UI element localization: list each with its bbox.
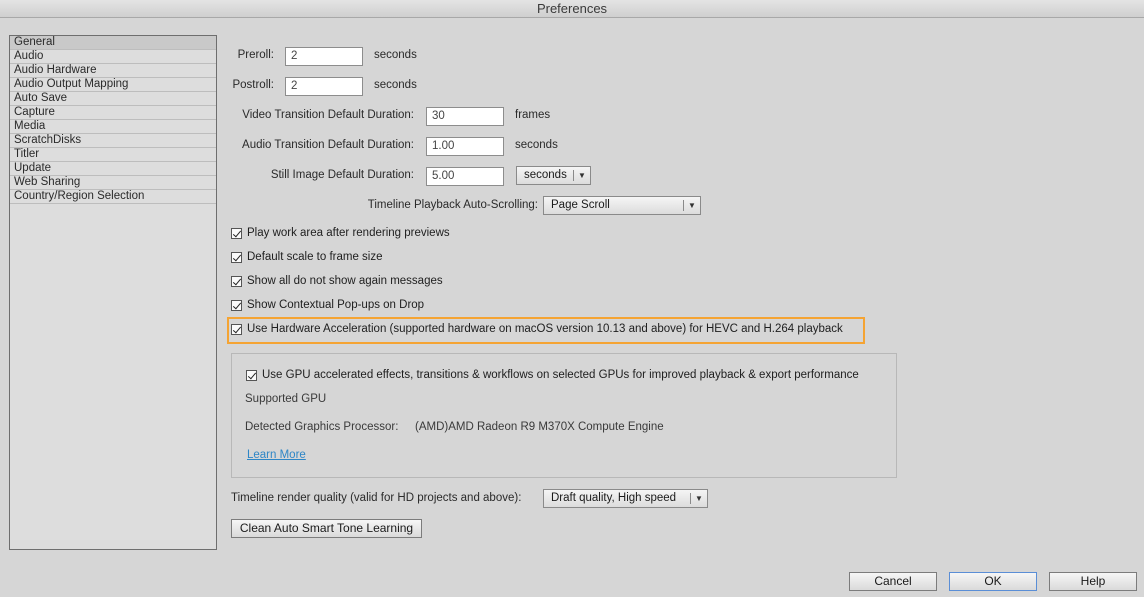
play-work-area-checkbox-row[interactable]: Play work area after rendering previews — [231, 225, 450, 241]
sidebar-item-country-region[interactable]: Country/Region Selection — [10, 190, 216, 204]
checkbox-label: Default scale to frame size — [247, 251, 383, 263]
render-quality-value: Draft quality, High speed — [551, 492, 677, 504]
checkbox-label: Use Hardware Acceleration (supported har… — [247, 323, 843, 335]
still-image-input[interactable]: 5.00 — [426, 167, 504, 186]
postroll-input[interactable]: 2 — [285, 77, 363, 96]
gpu-accelerated-checkbox[interactable] — [246, 369, 257, 381]
checkbox-label: Show all do not show again messages — [247, 275, 443, 287]
video-transition-unit: frames — [515, 109, 551, 121]
window-title: Preferences — [536, 1, 608, 16]
preroll-unit: seconds — [374, 49, 417, 61]
gpu-accelerated-checkbox-row[interactable]: Use GPU accelerated effects, transitions… — [246, 367, 859, 383]
hardware-acceleration-checkbox[interactable] — [231, 323, 242, 335]
preroll-input[interactable]: 2 — [285, 47, 363, 66]
show-messages-checkbox-row[interactable]: Show all do not show again messages — [231, 273, 443, 289]
chevron-down-icon: ▼ — [688, 201, 696, 210]
sidebar-item-media[interactable]: Media — [10, 120, 216, 134]
contextual-popups-checkbox[interactable] — [231, 299, 242, 311]
sidebar-item-audio[interactable]: Audio — [10, 50, 216, 64]
dropdown-separator — [573, 170, 574, 181]
sidebar-item-auto-save[interactable]: Auto Save — [10, 92, 216, 106]
auto-scrolling-value: Page Scroll — [551, 199, 610, 211]
chevron-down-icon: ▼ — [578, 171, 586, 180]
sidebar-item-web-sharing[interactable]: Web Sharing — [10, 176, 216, 190]
supported-gpu-label: Supported GPU — [245, 393, 327, 405]
show-messages-checkbox[interactable] — [231, 275, 242, 287]
video-transition-input[interactable]: 30 — [426, 107, 504, 126]
checkbox-label: Use GPU accelerated effects, transitions… — [262, 369, 859, 381]
still-image-label: Still Image Default Duration: — [270, 169, 414, 181]
sidebar-item-audio-hardware[interactable]: Audio Hardware — [10, 64, 216, 78]
chevron-down-icon: ▼ — [695, 494, 703, 503]
still-image-unit-value: seconds — [524, 169, 567, 181]
learn-more-link[interactable]: Learn More — [247, 449, 306, 461]
video-transition-label: Video Transition Default Duration: — [242, 109, 414, 121]
audio-transition-unit: seconds — [515, 139, 558, 151]
preferences-category-list[interactable]: General Audio Audio Hardware Audio Outpu… — [9, 35, 217, 550]
sidebar-item-update[interactable]: Update — [10, 162, 216, 176]
sidebar-item-general[interactable]: General — [10, 36, 216, 50]
render-quality-dropdown[interactable]: Draft quality, High speed ▼ — [543, 489, 708, 508]
cancel-button[interactable]: Cancel — [849, 572, 937, 591]
render-quality-label: Timeline render quality (valid for HD pr… — [231, 492, 522, 504]
auto-scrolling-dropdown[interactable]: Page Scroll ▼ — [543, 196, 701, 215]
postroll-label: Postroll: — [232, 79, 274, 91]
auto-scrolling-label: Timeline Playback Auto-Scrolling: — [367, 199, 538, 211]
hardware-acceleration-checkbox-row[interactable]: Use Hardware Acceleration (supported har… — [231, 321, 843, 337]
play-work-area-checkbox[interactable] — [231, 227, 242, 239]
contextual-popups-checkbox-row[interactable]: Show Contextual Pop-ups on Drop — [231, 297, 424, 313]
clean-auto-smart-tone-button[interactable]: Clean Auto Smart Tone Learning — [231, 519, 422, 538]
sidebar-item-scratch-disks[interactable]: ScratchDisks — [10, 134, 216, 148]
sidebar-item-audio-output-mapping[interactable]: Audio Output Mapping — [10, 78, 216, 92]
sidebar-item-capture[interactable]: Capture — [10, 106, 216, 120]
postroll-unit: seconds — [374, 79, 417, 91]
audio-transition-input[interactable]: 1.00 — [426, 137, 504, 156]
detected-gpu-value: (AMD)AMD Radeon R9 M370X Compute Engine — [415, 421, 664, 433]
preroll-label: Preroll: — [237, 49, 274, 61]
default-scale-checkbox-row[interactable]: Default scale to frame size — [231, 249, 383, 265]
sidebar-item-titler[interactable]: Titler — [10, 148, 216, 162]
detected-gpu-label: Detected Graphics Processor: — [245, 421, 399, 433]
still-image-unit-dropdown[interactable]: seconds ▼ — [516, 166, 591, 185]
ok-button[interactable]: OK — [949, 572, 1037, 591]
window-titlebar: Preferences — [0, 0, 1144, 18]
help-button[interactable]: Help — [1049, 572, 1137, 591]
dropdown-separator — [690, 493, 691, 504]
default-scale-checkbox[interactable] — [231, 251, 242, 263]
audio-transition-label: Audio Transition Default Duration: — [242, 139, 414, 151]
dropdown-separator — [683, 200, 684, 211]
checkbox-label: Play work area after rendering previews — [247, 227, 450, 239]
checkbox-label: Show Contextual Pop-ups on Drop — [247, 299, 425, 311]
